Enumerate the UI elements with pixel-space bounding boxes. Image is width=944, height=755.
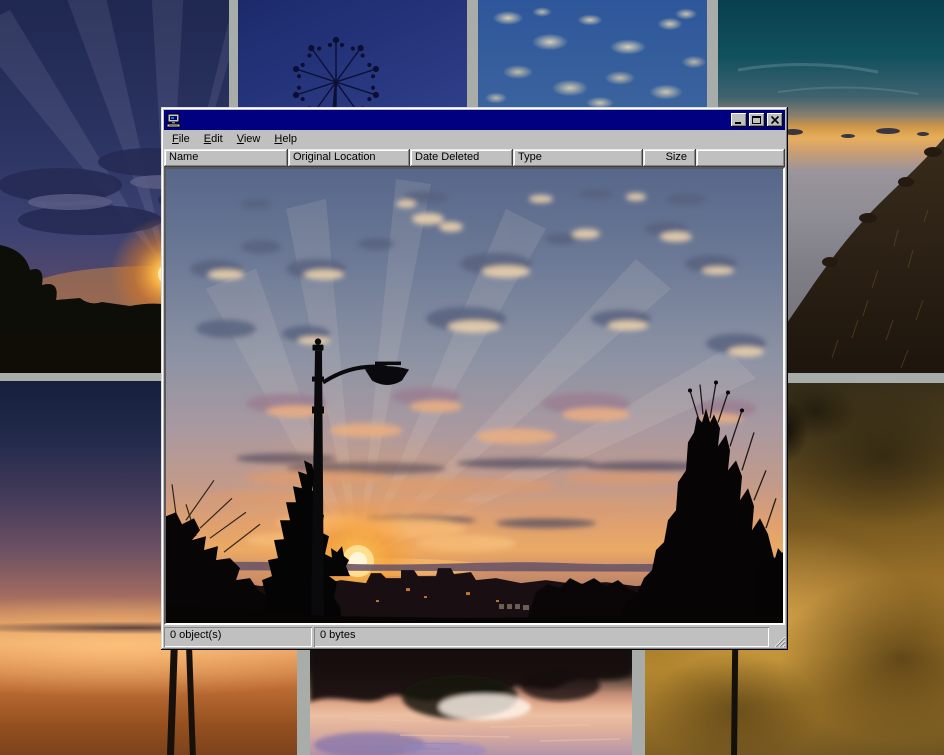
resize-grip[interactable] bbox=[771, 627, 785, 647]
maximize-icon bbox=[749, 113, 765, 127]
recycle-bin-window: File Edit View Help Name Original Locati… bbox=[161, 107, 788, 650]
resize-grip-icon bbox=[773, 635, 785, 647]
column-header-type[interactable]: Type bbox=[513, 149, 643, 167]
column-header-date-deleted[interactable]: Date Deleted bbox=[410, 149, 513, 167]
status-bar: 0 object(s) 0 bytes bbox=[164, 625, 785, 647]
titlebar[interactable] bbox=[164, 110, 785, 130]
close-button[interactable] bbox=[767, 113, 783, 127]
status-object-count: 0 object(s) bbox=[164, 627, 312, 647]
column-header-size[interactable]: Size bbox=[643, 149, 696, 167]
menu-file[interactable]: File bbox=[165, 131, 197, 148]
column-header-name[interactable]: Name bbox=[164, 149, 288, 167]
column-header-original-location[interactable]: Original Location bbox=[288, 149, 410, 167]
column-header-filler bbox=[696, 149, 785, 167]
wallpaper-photo-water-reflection bbox=[310, 645, 632, 755]
minimize-icon bbox=[731, 113, 747, 127]
water-pole bbox=[167, 639, 178, 755]
water-pole bbox=[186, 649, 196, 755]
content-photo-sunset-lamppost bbox=[166, 169, 783, 623]
menu-help[interactable]: Help bbox=[267, 131, 304, 148]
status-total-size: 0 bytes bbox=[314, 627, 769, 647]
window-icon[interactable] bbox=[166, 113, 182, 128]
desktop: File Edit View Help Name Original Locati… bbox=[0, 0, 944, 755]
menu-view[interactable]: View bbox=[230, 131, 268, 148]
folder-content-area[interactable] bbox=[164, 167, 785, 625]
menu-edit[interactable]: Edit bbox=[197, 131, 230, 148]
maximize-button[interactable] bbox=[749, 113, 765, 127]
column-headers: Name Original Location Date Deleted Type… bbox=[164, 149, 785, 167]
menu-bar: File Edit View Help bbox=[164, 130, 785, 149]
close-icon bbox=[767, 113, 783, 127]
minimize-button[interactable] bbox=[731, 113, 747, 127]
